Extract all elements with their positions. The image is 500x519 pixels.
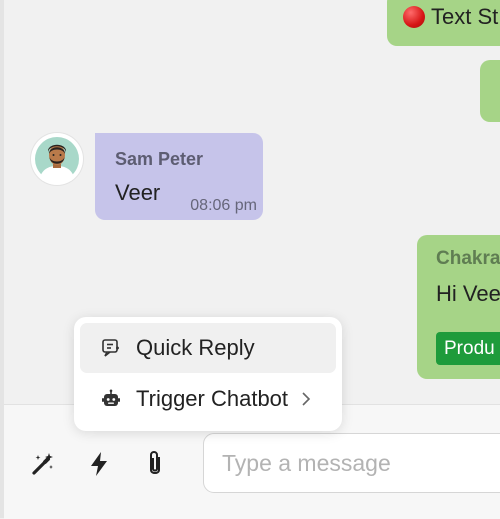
- outgoing-message-bubble[interactable]: Text St: [387, 0, 500, 46]
- menu-item-label: Quick Reply: [136, 335, 255, 360]
- red-circle-emoji-icon: [403, 6, 425, 28]
- message-input[interactable]: [203, 433, 500, 493]
- outgoing-message-bubble[interactable]: Chakra Hi Vee Produ: [417, 235, 500, 379]
- menu-item-quick-reply[interactable]: Quick Reply: [80, 323, 336, 373]
- avatar[interactable]: [31, 133, 83, 185]
- composer-actions-menu: Quick Reply Trigger Chatbot: [74, 317, 342, 431]
- magic-wand-icon[interactable]: [29, 450, 57, 478]
- message-text: Text St: [403, 4, 498, 30]
- message-sender: Sam Peter: [115, 149, 204, 169]
- lightning-icon[interactable]: [85, 450, 113, 478]
- menu-item-label: Trigger Chatbot: [136, 386, 289, 411]
- message-sender: Chakra: [436, 248, 500, 269]
- paperclip-icon[interactable]: [141, 450, 169, 478]
- quick-reply-icon: [100, 337, 122, 359]
- outgoing-message-bubble[interactable]: [480, 60, 500, 122]
- chevron-right-icon: [300, 390, 312, 408]
- robot-icon: [100, 388, 122, 410]
- message-text: Hi Vee: [436, 281, 500, 306]
- incoming-message-bubble[interactable]: Sam Peter Veer 08:06 pm: [95, 133, 263, 220]
- avatar-image-icon: [35, 137, 79, 181]
- product-tag-button[interactable]: Produ: [436, 332, 500, 365]
- message-timestamp: 08:06 pm: [190, 197, 257, 214]
- menu-item-trigger-chatbot[interactable]: Trigger Chatbot: [80, 374, 336, 424]
- message-text: Veer: [115, 180, 161, 205]
